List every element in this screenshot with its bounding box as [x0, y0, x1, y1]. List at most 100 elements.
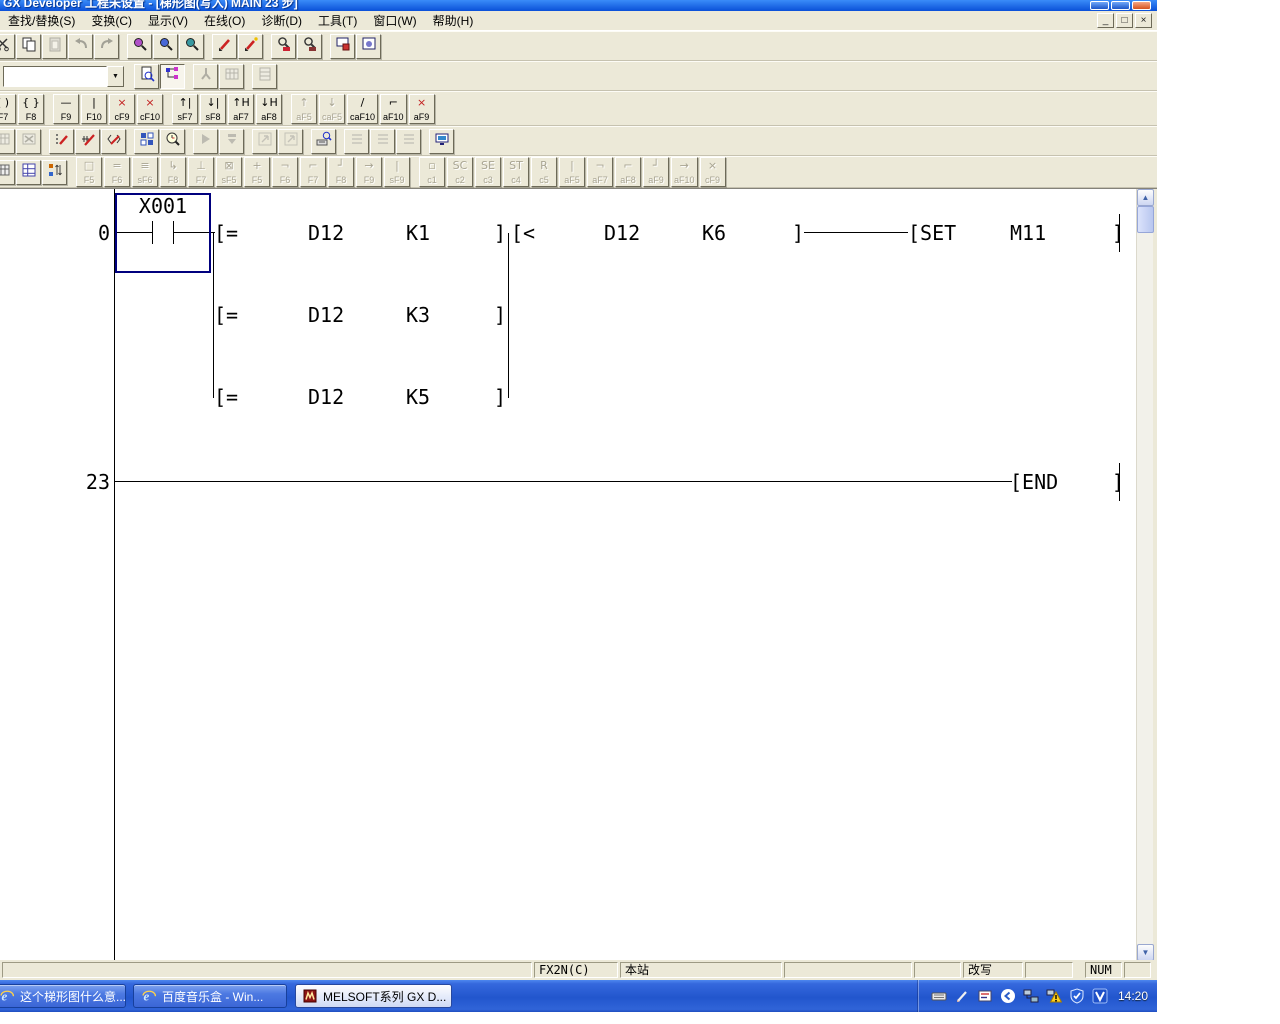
sfc-c1-button[interactable]: ▫c1 — [419, 157, 445, 187]
step-run-button[interactable] — [193, 129, 218, 154]
menu-item-8[interactable]: 帮助(H) — [425, 10, 482, 31]
sfc-partial-button[interactable] — [0, 160, 15, 185]
find-button[interactable] — [127, 34, 152, 59]
device-comment-button[interactable] — [252, 64, 277, 89]
sfc-line-button[interactable]: |sF9 — [384, 157, 410, 187]
application-instruction-button[interactable]: { }F8 — [18, 94, 44, 124]
menu-item-3[interactable]: 显示(V) — [140, 10, 196, 31]
sfc-a5-button[interactable]: |aF5 — [559, 157, 585, 187]
menu-item-1[interactable]: 查找/替换(S) — [0, 10, 83, 31]
device-edit-button[interactable] — [101, 129, 126, 154]
sfc-se-button[interactable]: SEc3 — [475, 157, 501, 187]
mdi-minimize-button[interactable]: _ — [1097, 13, 1114, 28]
device-skip-button[interactable] — [16, 129, 41, 154]
vertical-line-button[interactable]: |F10 — [81, 94, 107, 124]
sfc-sc-button[interactable]: SCc2 — [447, 157, 473, 187]
write-mode-button[interactable] — [212, 34, 237, 59]
delete-horizontal-line-button[interactable]: ×cF9 — [109, 94, 135, 124]
antivirus-tray-icon[interactable] — [1092, 988, 1109, 1005]
instruction-grid-button[interactable] — [134, 129, 159, 154]
menu-item-4[interactable]: 在线(O) — [196, 10, 253, 31]
paste-button[interactable] — [42, 34, 67, 59]
ime-tray-icon[interactable] — [977, 988, 994, 1005]
jump-write-button[interactable] — [278, 129, 303, 154]
sfc-end-step-button[interactable]: ⊥F7 — [188, 157, 214, 187]
restore-button[interactable] — [1111, 1, 1130, 10]
sfc-c9-button[interactable]: ×cF9 — [700, 157, 726, 187]
network-tray-icon[interactable] — [1023, 988, 1040, 1005]
sfc-block-step-button[interactable]: ≡sF6 — [132, 157, 158, 187]
close-button[interactable] — [1132, 1, 1151, 10]
step-stop-button[interactable] — [219, 129, 244, 154]
pulse-fall-branch-button[interactable]: ↓HaF8 — [256, 94, 282, 124]
sfc-block-list-button[interactable] — [16, 160, 41, 185]
insert-write-button[interactable] — [238, 34, 263, 59]
mdi-close-button[interactable]: × — [1135, 13, 1152, 28]
menu-item-6[interactable]: 工具(T) — [310, 10, 365, 31]
sfc-sort-button[interactable] — [42, 160, 67, 185]
find-device-button[interactable] — [153, 34, 178, 59]
taskbar-button-1[interactable]: e这个梯形图什么意... — [0, 984, 126, 1008]
copy-button[interactable] — [16, 34, 41, 59]
sfc-converge-2-button[interactable]: ┘F8 — [328, 157, 354, 187]
ladder-edit-area[interactable]: 0 X001 [= D12 K1 ] [< D12 K6 ] [SET M11 … — [0, 188, 1157, 960]
delete-vertical-line-button[interactable]: ×cF10 — [137, 94, 163, 124]
taskbar[interactable]: e这个梯形图什么意...e百度音乐盒 - Win...MELSOFT系列 GX … — [0, 980, 1157, 1012]
scroll-thumb[interactable] — [1137, 206, 1154, 233]
sfc-dummy-step-button[interactable]: =F6 — [104, 157, 130, 187]
find-string-button[interactable] — [179, 34, 204, 59]
menu-item-5[interactable]: 诊断(D) — [253, 10, 310, 31]
scroll-down-button[interactable]: ▼ — [1137, 944, 1154, 960]
cut-button[interactable] — [0, 34, 15, 59]
pulse-rise-contact-button[interactable]: ↑|sF7 — [172, 94, 198, 124]
convert-result-button[interactable]: ⌐aF10 — [380, 94, 407, 124]
find-instruction-button[interactable] — [311, 129, 336, 154]
zoom-in-button[interactable] — [271, 34, 296, 59]
parameter-button[interactable] — [193, 64, 218, 89]
redo-button[interactable] — [94, 34, 119, 59]
inline-monitor-3-button[interactable] — [396, 129, 421, 154]
taskbar-button-3[interactable]: MELSOFT系列 GX D... — [295, 984, 452, 1008]
ladder-edit-button[interactable] — [75, 129, 100, 154]
sfc-step-button[interactable]: □F5 — [76, 157, 102, 187]
menu-item-2[interactable]: 变换(C) — [83, 10, 140, 31]
menu-item-7[interactable]: 窗口(W) — [365, 10, 424, 31]
entry-monitor-button[interactable] — [160, 129, 185, 154]
sfc-a9-button[interactable]: ┘aF9 — [643, 157, 669, 187]
jump-read-button[interactable] — [252, 129, 277, 154]
undo-button[interactable] — [68, 34, 93, 59]
combo-dropdown-button[interactable]: ▼ — [107, 66, 124, 87]
zoom-out-button[interactable] — [297, 34, 322, 59]
invert-result-button[interactable]: /caF10 — [347, 94, 378, 124]
security-shield-tray-icon[interactable] — [1069, 988, 1086, 1005]
sfc-r-button[interactable]: Rc5 — [531, 157, 557, 187]
sfc-transition-button[interactable]: ⊠sF5 — [216, 157, 242, 187]
scroll-up-button[interactable]: ▲ — [1137, 189, 1154, 206]
combo-input[interactable] — [3, 66, 107, 87]
falling-pulse-button[interactable]: ↓caF5 — [319, 94, 345, 124]
inline-monitor-2-button[interactable] — [370, 129, 395, 154]
sfc-jump-button[interactable]: ↳F8 — [160, 157, 186, 187]
monitor-mode-button[interactable] — [429, 129, 454, 154]
sfc-converge-1-button[interactable]: ⌐F7 — [300, 157, 326, 187]
sfc-a10-button[interactable]: →aF10 — [671, 157, 698, 187]
sfc-selection-button[interactable]: +F5 — [244, 157, 270, 187]
collapse-chevron-icon[interactable] — [1000, 988, 1017, 1005]
pulse-rise-branch-button[interactable]: ↑HaF7 — [228, 94, 254, 124]
project-window-button[interactable] — [356, 34, 381, 59]
rising-pulse-button[interactable]: ↑aF5 — [291, 94, 317, 124]
online-change-button[interactable] — [49, 129, 74, 154]
minimize-button[interactable] — [1090, 1, 1109, 10]
split-screen-button[interactable] — [330, 34, 355, 59]
horizontal-line-button[interactable]: —F9 — [53, 94, 79, 124]
program-find-combobox[interactable]: ▼ — [3, 66, 124, 87]
mdi-restore-button[interactable]: □ — [1116, 13, 1133, 28]
coil-button[interactable]: ( )F7 — [0, 94, 16, 124]
device-test-button[interactable] — [0, 129, 15, 154]
network-alert-tray-icon[interactable] — [1046, 988, 1063, 1005]
inline-monitor-1-button[interactable] — [344, 129, 369, 154]
sfc-a8-button[interactable]: ⌐aF8 — [615, 157, 641, 187]
sfc-parallel-button[interactable]: ¬F6 — [272, 157, 298, 187]
sfc-route-button[interactable]: →F9 — [356, 157, 382, 187]
keyboard-tray-icon[interactable] — [931, 988, 948, 1005]
